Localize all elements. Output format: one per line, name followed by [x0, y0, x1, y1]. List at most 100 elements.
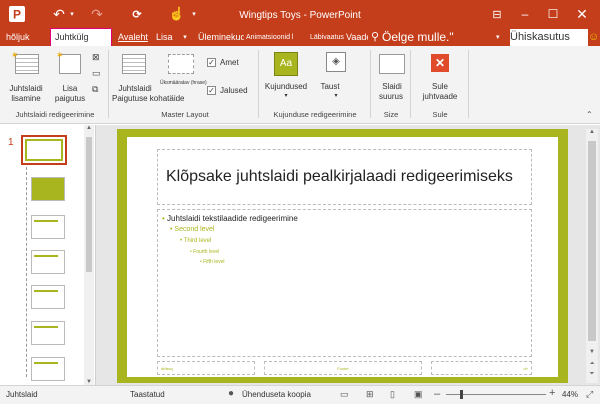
- thumbnail-master[interactable]: [21, 135, 67, 165]
- window-title: Wingtips Toys - PowerPoint: [239, 9, 361, 21]
- prev-slide-icon[interactable]: ⏶: [586, 361, 598, 368]
- ribbon-separator: [108, 50, 109, 118]
- share-button[interactable]: Ühiskasutus: [510, 29, 588, 46]
- tab-review[interactable]: Läbivaatus: [310, 29, 346, 46]
- thumbnail-layout[interactable]: [31, 215, 65, 239]
- normal-view-icon[interactable]: ▭: [340, 389, 349, 400]
- scroll-thumb[interactable]: [86, 137, 92, 272]
- thumbnail-number: 1: [8, 137, 14, 148]
- tab-view[interactable]: Vaade: [346, 29, 368, 46]
- collapse-ribbon-icon[interactable]: ⌃: [586, 110, 593, 119]
- ribbon: ✶ Juhtslaidi lisamine ✶ Lisa paigutus ⊠ …: [0, 46, 600, 124]
- slide-size-button[interactable]: Slaidi suurus: [374, 48, 410, 106]
- slideshow-icon[interactable]: ▣: [414, 389, 423, 400]
- title-bar: P ↶ ▾ ↷ ⟳ ☝ ▾ Wingtips Toys - PowerPoint…: [0, 0, 600, 29]
- insert-placeholder-button[interactable]: Üksmääratav (hrase): [160, 50, 207, 90]
- group-edit-theme-label: Kujunduse redigeerimine: [273, 110, 357, 119]
- bullet-level-3-text: Third level: [183, 238, 212, 244]
- undo-dropdown-icon[interactable]: ▾: [68, 8, 76, 20]
- status-restored: Taastatud: [130, 390, 165, 399]
- master-layout-icon: [122, 54, 146, 74]
- themes-button[interactable]: Aa Kujundused ▾: [262, 48, 310, 106]
- delete-icon[interactable]: ⊠: [92, 52, 100, 63]
- group-master-layout-label: Master Layout: [161, 110, 209, 119]
- zoom-out-icon[interactable]: –: [434, 388, 440, 400]
- scroll-down-icon[interactable]: ▼: [586, 349, 598, 355]
- themes-label: Kujundused: [264, 82, 308, 91]
- thumbnail-scrollbar[interactable]: ▲ ▼: [84, 125, 94, 385]
- tab-file[interactable]: hõljuk: [6, 29, 30, 46]
- themes-dropdown-icon: ▾: [284, 93, 288, 99]
- zoom-level[interactable]: 44%: [562, 390, 578, 399]
- tab-design-icon[interactable]: ▾: [180, 29, 190, 46]
- smiley-icon[interactable]: ☺: [588, 29, 600, 46]
- ribbon-separator: [258, 50, 259, 118]
- ribbon-display-icon[interactable]: ⊟: [488, 6, 506, 22]
- title-checkbox-label: Amet: [220, 58, 239, 67]
- insert-slide-master-button[interactable]: ✶ Juhtslaidi lisamine: [2, 48, 50, 106]
- thumbnail-layout[interactable]: [31, 177, 65, 201]
- bullet-level-3: • Third level: [180, 238, 212, 244]
- status-offline[interactable]: Ühenduseta koopia: [242, 390, 311, 399]
- ribbon-options-icon[interactable]: ▾: [496, 29, 506, 46]
- main-scrollbar[interactable]: ▲ ▼ ⏶ ⏷: [586, 129, 598, 383]
- footers-checkbox[interactable]: ✓: [207, 86, 216, 95]
- bullet-level-1: • Juhtslaidi tekstilaadide redigeerimine: [162, 214, 298, 223]
- minimize-icon[interactable]: –: [516, 6, 534, 22]
- master-layout-label-1: Juhtslaidi: [118, 84, 152, 93]
- footer-placeholder[interactable]: Footer: [264, 361, 422, 375]
- tab-slide-master[interactable]: Juhtkülg: [50, 28, 112, 47]
- scroll-up-icon[interactable]: ▲: [84, 125, 94, 131]
- scroll-up-icon[interactable]: ▲: [586, 129, 598, 135]
- next-slide-icon[interactable]: ⏷: [586, 371, 598, 378]
- scroll-thumb[interactable]: [588, 141, 596, 341]
- undo-icon[interactable]: ↶: [50, 6, 68, 22]
- tab-insert[interactable]: Lisa: [156, 29, 178, 46]
- thumbnail-layout[interactable]: [31, 250, 65, 274]
- background-dropdown-icon: ▾: [334, 93, 338, 99]
- maximize-icon[interactable]: ☐: [544, 6, 562, 22]
- tab-home[interactable]: Avaleht: [118, 29, 148, 46]
- close-master-view-button[interactable]: ✕ Sule juhtvaade: [414, 48, 466, 106]
- slide-sorter-icon[interactable]: ⊞: [366, 389, 374, 400]
- slide-size-icon: [379, 54, 405, 74]
- preserve-icon[interactable]: ⧉: [92, 84, 98, 95]
- body-placeholder[interactable]: • Juhtslaidi tekstilaadide redigeerimine…: [157, 209, 532, 357]
- group-edit-master-label: Juhtslaidi redigeerimine: [15, 110, 95, 119]
- tell-me-input[interactable]: Öelge mulle.": [382, 29, 482, 46]
- touch-mode-icon[interactable]: ☝: [168, 5, 186, 23]
- insert-layout-button[interactable]: ✶ Lisa paigutus: [50, 48, 90, 106]
- group-close-label: Sule: [432, 110, 448, 119]
- bullet-level-4-text: Fourth level: [193, 249, 220, 255]
- date-placeholder[interactable]: dfdssq: [157, 361, 255, 375]
- ribbon-separator: [410, 50, 411, 118]
- zoom-in-icon[interactable]: +: [549, 387, 555, 399]
- master-layout-label-2: Paigutuse kohatäide: [112, 94, 185, 103]
- title-placeholder[interactable]: Klõpsake juhtslaidi pealkirjalaadi redig…: [157, 149, 532, 205]
- thumbnail-master-frame: [25, 139, 63, 161]
- thumbnail-layout[interactable]: [31, 357, 65, 381]
- tab-transitions[interactable]: Üleminekud: [198, 29, 244, 46]
- reading-view-icon[interactable]: ▯: [390, 389, 395, 400]
- thumbnail-layout[interactable]: [31, 285, 65, 309]
- bullet-level-2-text: Second level: [174, 226, 215, 233]
- svg-text:P: P: [13, 8, 21, 22]
- thumbnail-layout[interactable]: [31, 321, 65, 345]
- close-icon[interactable]: ✕: [572, 6, 592, 22]
- zoom-slider[interactable]: [446, 390, 546, 399]
- tab-animations[interactable]: Animatsioonid l: [246, 29, 308, 46]
- background-styles-button[interactable]: ◈ Taust ▾: [314, 48, 358, 106]
- rename-icon[interactable]: ▭: [92, 68, 101, 79]
- bullet-level-4: • Fourth level: [190, 249, 220, 255]
- fit-slide-icon[interactable]: ⤢: [586, 389, 593, 400]
- placeholder-small-label: Üksmääratav (hrase): [160, 80, 207, 86]
- title-checkbox[interactable]: ✓: [207, 58, 216, 67]
- zoom-slider-thumb[interactable]: [460, 390, 463, 399]
- insert-slide-master-label-1: Juhtslaidi: [9, 84, 43, 93]
- from-beginning-icon[interactable]: ⟳: [128, 5, 146, 23]
- qat-customize-icon[interactable]: ▾: [190, 8, 198, 20]
- bullet-level-5-text: Fifth level: [203, 259, 225, 265]
- slide-canvas[interactable]: Klõpsake juhtslaidi pealkirjalaadi redig…: [117, 129, 568, 383]
- group-size-label: Size: [383, 110, 399, 119]
- slide-number-placeholder[interactable]: ‹#›: [431, 361, 532, 375]
